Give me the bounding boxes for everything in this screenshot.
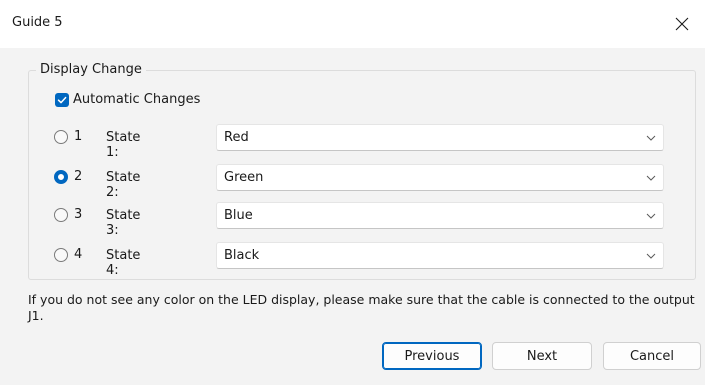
checkmark-icon — [55, 92, 69, 107]
state-2-radio[interactable] — [54, 170, 68, 184]
state-4-radio[interactable] — [54, 248, 68, 262]
state-1-label: State 1: — [106, 130, 141, 160]
chevron-down-icon — [646, 135, 656, 141]
state-1-value: Red — [224, 130, 249, 145]
close-x-icon — [675, 17, 689, 31]
state-4-number: 4 — [74, 247, 83, 262]
chevron-down-icon — [646, 213, 656, 219]
cancel-button[interactable]: Cancel — [603, 342, 701, 370]
state-4-value: Black — [224, 248, 260, 263]
state-4-select[interactable]: Black — [216, 242, 664, 269]
state-1-radio[interactable] — [54, 130, 68, 144]
window-title: Guide 5 — [12, 15, 63, 30]
title-bar: Guide 5 — [0, 0, 705, 48]
next-button[interactable]: Next — [492, 342, 592, 370]
group-legend: Display Change — [36, 62, 146, 77]
state-3-select[interactable]: Blue — [216, 202, 664, 229]
info-message: If you do not see any color on the LED d… — [28, 292, 695, 323]
state-4-label: State 4: — [106, 248, 141, 278]
chevron-down-icon — [646, 253, 656, 259]
state-2-select[interactable]: Green — [216, 164, 664, 191]
previous-button[interactable]: Previous — [382, 342, 482, 370]
close-button[interactable] — [659, 0, 705, 48]
state-3-number: 3 — [74, 207, 83, 222]
state-1-number: 1 — [74, 129, 83, 144]
state-1-select[interactable]: Red — [216, 124, 664, 151]
state-2-number: 2 — [74, 169, 83, 184]
automatic-changes-label: Automatic Changes — [73, 92, 201, 107]
state-3-value: Blue — [224, 208, 253, 223]
chevron-down-icon — [646, 175, 656, 181]
state-3-label: State 3: — [106, 208, 141, 238]
automatic-changes-checkbox[interactable]: Automatic Changes — [55, 92, 200, 107]
state-3-radio[interactable] — [54, 208, 68, 222]
state-2-value: Green — [224, 170, 264, 185]
guide-dialog: Guide 5 Display Change Automatic Changes… — [0, 0, 705, 385]
state-2-label: State 2: — [106, 170, 141, 200]
